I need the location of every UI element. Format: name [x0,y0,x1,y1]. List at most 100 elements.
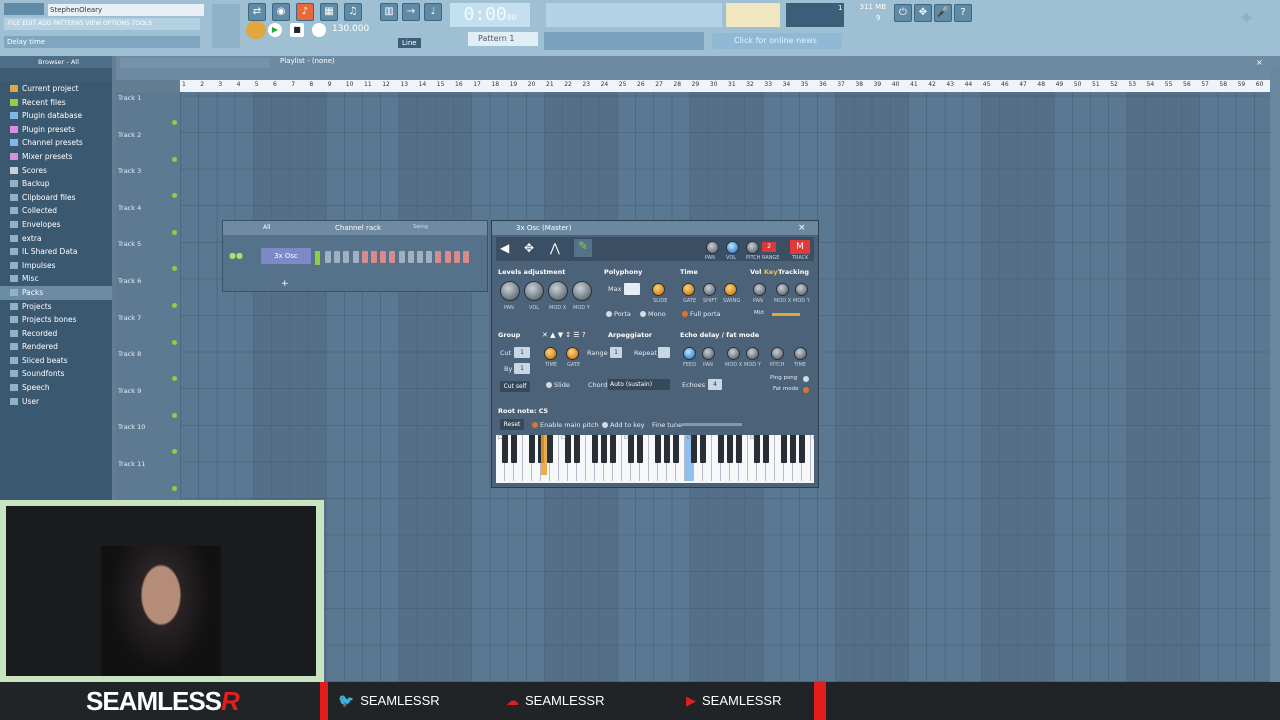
browser-item[interactable]: Projects [0,300,112,314]
track-mute-led[interactable] [172,376,177,382]
power-icon[interactable]: ⏻ [894,4,912,22]
fat-mode-radio[interactable] [803,387,809,393]
pat-icon[interactable] [246,21,266,39]
track-label[interactable]: Track 5 [118,240,141,248]
record-mode-button[interactable]: ◉ [272,3,290,21]
browser-item[interactable]: Scores [0,164,112,178]
vol-knob[interactable] [726,241,739,254]
track-label[interactable]: Track 3 [118,167,141,175]
play-button[interactable]: ▶ [268,23,282,37]
black-key[interactable] [673,435,679,463]
browser-item[interactable]: Recorded [0,327,112,341]
echo-mody-knob[interactable] [746,347,759,360]
track-mute-led[interactable] [172,486,177,491]
mixer-icon[interactable]: ✥ [914,4,932,22]
stop-button[interactable]: ■ [290,23,304,37]
step-button[interactable] [380,251,387,263]
track-mute-led[interactable] [172,266,177,272]
track-mute-led[interactable] [172,120,177,125]
step-button[interactable] [352,251,359,263]
track-mute-led[interactable] [172,156,177,162]
step-icon[interactable]: → [402,3,420,21]
track-label[interactable]: Track 4 [118,204,141,212]
wrench-icon[interactable]: ✎ [574,239,592,257]
plugin-title[interactable]: 3x Osc (Master) [492,221,818,235]
news-button[interactable]: Click for online news [712,33,842,49]
channel-select-led[interactable] [315,251,320,265]
chord-select[interactable]: Auto (sustain) [608,379,670,390]
black-key[interactable] [700,435,706,463]
piano-keyboard[interactable]: C2 C3 C4 C5 C6 C7 C8 [496,435,881,483]
tracking-key[interactable]: Key [764,268,778,276]
step-button[interactable] [407,251,414,263]
window-shortcut-buttons[interactable] [544,32,704,50]
black-key[interactable] [799,435,805,463]
enable-main-pitch-option[interactable]: Enable main pitch [532,421,599,429]
tracking-pan-knob[interactable] [753,283,766,296]
timeline-ruler[interactable]: 1 2 3 4 5 6 7 8 9 10 11 12 13 14 15 16 17 18 19 20 21 22 23 24 2… [180,80,1270,92]
black-key[interactable] [547,435,553,463]
track-mute-led[interactable] [172,339,177,345]
track-label[interactable]: Track 9 [118,387,141,395]
browser-item[interactable]: Sliced beats [0,354,112,368]
browser-item[interactable]: Plugin presets [0,123,112,137]
channel-mute-led[interactable]: ●● [229,251,255,263]
main-menu[interactable]: FILE EDIT ADD PATTERNS VIEW OPTIONS TOOL… [4,18,200,30]
levels-pan-knob[interactable] [500,281,520,301]
arp-slide-radio[interactable] [546,382,552,388]
track-mute-led[interactable] [172,449,177,455]
settings-icon[interactable]: ◀ [500,241,509,255]
browser-item[interactable]: extra [0,232,112,246]
black-key[interactable] [655,435,661,463]
step-button[interactable] [343,251,350,263]
ping-pong-radio[interactable] [803,376,809,382]
browser-item[interactable]: Backup [0,177,112,191]
track-label[interactable]: Track 7 [118,314,141,322]
black-key[interactable] [781,435,787,463]
tempo-display[interactable]: 130.000 [332,24,369,34]
browser-title[interactable]: Browser - All [0,56,112,68]
track-label[interactable]: Track 10 [118,423,145,431]
gate-knob[interactable] [682,283,695,296]
black-key[interactable] [664,435,670,463]
pattern-song-toggle[interactable]: ⇄ [248,3,266,21]
track-mute-led[interactable] [172,229,177,235]
browser-item[interactable]: Rendered [0,340,112,354]
reset-button[interactable]: Reset [500,419,524,430]
step-button[interactable] [463,251,469,263]
track-mute-led[interactable] [172,193,177,199]
track-label[interactable]: Track 2 [118,131,141,139]
echo-pan-knob[interactable] [702,347,715,360]
porta-radio[interactable] [606,311,612,317]
tracking-mody-knob[interactable] [795,283,808,296]
pan-knob[interactable] [706,241,719,254]
levels-mody-knob[interactable] [572,281,592,301]
record-button[interactable] [312,23,326,37]
step-button[interactable] [334,251,341,263]
browser-item[interactable]: Envelopes [0,218,112,232]
browser-item[interactable]: Soundfonts [0,367,112,381]
echo-time-knob[interactable] [794,347,807,360]
arp-gate-knob[interactable] [566,347,579,360]
step-button[interactable] [444,251,451,263]
black-key[interactable] [718,435,724,463]
black-key[interactable] [601,435,607,463]
arp-time-knob[interactable] [544,347,557,360]
black-key[interactable] [637,435,643,463]
mixer-icon[interactable]: ✥ [524,241,534,255]
step-button[interactable] [325,251,331,263]
snap-selector[interactable]: Line [398,38,421,48]
browser-item[interactable]: IL Shared Data [0,245,112,259]
pattern-selector[interactable]: Pattern 1 [468,32,538,46]
browser-item[interactable]: Plugin database [0,109,112,123]
playlist-scrollbar[interactable] [1270,68,1280,682]
channel-rack-titlebar[interactable]: All Channel rack Swing [223,221,487,235]
playlist-tools[interactable] [120,58,270,68]
pitch-knob[interactable] [746,241,759,254]
mono-radio[interactable] [640,311,646,317]
browser-item[interactable]: User [0,395,112,409]
mic-icon[interactable]: 🎤 [934,4,952,22]
levels-vol-knob[interactable] [524,281,544,301]
track-mute-led[interactable] [172,303,177,308]
browser-item[interactable]: Recent files [0,96,112,110]
